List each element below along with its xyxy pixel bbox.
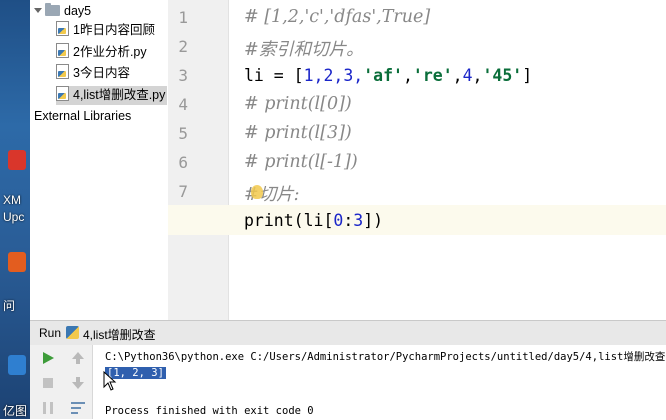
desktop-label: 亿图 [3, 404, 28, 418]
folder-icon [45, 3, 60, 16]
line-number: 7 [178, 182, 188, 201]
code-number: 0 [333, 211, 344, 230]
console-command-line: C:\Python36\python.exe C:/Users/Administ… [105, 351, 666, 363]
code-number: 1,2,3, [303, 66, 364, 85]
code-string: 're' [412, 66, 453, 85]
file-icon [56, 64, 69, 79]
code-text: , [402, 66, 413, 85]
scroll-down-button[interactable] [70, 375, 86, 391]
desktop-label: 问 [3, 299, 16, 313]
line-number: 5 [178, 124, 188, 143]
python-file-icon [56, 86, 69, 101]
code-line-5[interactable]: # print(l[3]) [244, 123, 352, 143]
tree-external-libraries[interactable]: External Libraries [34, 107, 131, 126]
code-line-1[interactable]: # [1,2,'c','dfas',True] [244, 7, 430, 27]
run-panel-header: Run 4,list增删改查 [30, 320, 666, 346]
folder-label: day5 [64, 4, 92, 18]
app-icon[interactable] [8, 150, 26, 170]
app-icon[interactable] [8, 355, 26, 375]
code-string: '45' [482, 66, 523, 85]
desktop-label: Upc [3, 210, 25, 224]
rerun-button[interactable] [40, 350, 56, 366]
line-number: 1 [178, 8, 188, 27]
tree-file[interactable]: 2作业分析.py [56, 43, 147, 62]
line-number: 2 [178, 37, 188, 56]
code-editor[interactable]: # [1,2,'c','dfas',True] #索引和切片。 li = [1,… [168, 0, 666, 320]
tree-file[interactable]: 3今日内容 [56, 64, 130, 83]
stop-icon [43, 378, 53, 388]
line-number: 6 [178, 153, 188, 172]
run-tab-label[interactable]: Run [39, 326, 61, 340]
code-line-6[interactable]: # print(l[-1]) [244, 152, 358, 172]
run-console[interactable]: C:\Python36\python.exe C:/Users/Administ… [93, 345, 666, 419]
code-line-4[interactable]: # print(l[0]) [244, 94, 352, 114]
code-text: print(li[ [244, 211, 334, 230]
run-toolbar [30, 345, 93, 419]
app-icon[interactable] [8, 252, 26, 272]
external-libraries-label: External Libraries [34, 109, 132, 123]
code-text: : [343, 211, 354, 230]
stop-button[interactable] [40, 375, 56, 391]
line-number: 4 [178, 95, 188, 114]
code-text: ]) [363, 211, 384, 230]
file-label: 1昨日内容回顾 [73, 23, 155, 37]
arrow-up-icon [72, 352, 84, 364]
pause-icon [43, 402, 53, 414]
code-text: ] [522, 66, 533, 85]
pause-button[interactable] [40, 400, 56, 416]
current-line-highlight [168, 205, 666, 235]
console-exit-line: Process finished with exit code 0 [105, 405, 314, 417]
desktop-label: XM [3, 193, 21, 207]
file-icon [56, 21, 69, 36]
code-line-3[interactable]: li = [1,2,3,'af','re',4,'45'] [244, 66, 532, 85]
intention-bulb-icon[interactable] [251, 185, 263, 199]
play-icon [43, 352, 54, 364]
mouse-cursor-icon [103, 371, 117, 391]
python-file-icon [56, 43, 69, 58]
editor-gutter: 1 2 3 4 5 6 7 8 [168, 0, 240, 320]
code-line-8[interactable]: print(li[0:3]) [244, 211, 383, 230]
code-line-2[interactable]: #索引和切片。 [244, 36, 364, 61]
code-text: , [452, 66, 463, 85]
tree-file[interactable]: 1昨日内容回顾 [56, 21, 155, 40]
line-number: 3 [178, 66, 188, 85]
soft-wrap-button[interactable] [70, 400, 86, 416]
expand-arrow-icon[interactable] [34, 8, 42, 13]
file-label: 4,list增删改查.py [73, 88, 166, 102]
code-text: li = [ [244, 66, 304, 85]
project-tree: day5 1昨日内容回顾 2作业分析.py 3今日内容 4,list增删改查.p… [30, 0, 169, 320]
python-run-config-icon [66, 326, 79, 339]
arrow-down-icon [72, 377, 84, 389]
run-config-name[interactable]: 4,list增删改查 [83, 326, 156, 343]
code-number: 3 [353, 211, 364, 230]
scroll-up-button[interactable] [70, 350, 86, 366]
tree-file-selected[interactable]: 4,list增删改查.py [56, 86, 167, 105]
code-number: 4 [462, 66, 473, 85]
desktop-strip: XM Upc 问 亿图 [0, 0, 30, 419]
file-label: 3今日内容 [73, 66, 130, 80]
code-text: , [472, 66, 483, 85]
wrap-icon [71, 402, 85, 414]
file-label: 2作业分析.py [73, 45, 147, 59]
tree-folder-day5[interactable]: day5 [34, 2, 91, 21]
code-string: 'af' [363, 66, 403, 85]
